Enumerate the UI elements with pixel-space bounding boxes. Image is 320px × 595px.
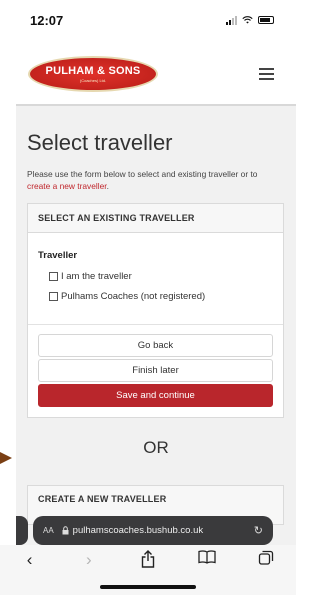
arrow-pointer-icon — [0, 452, 12, 464]
forward-icon[interactable]: › — [74, 550, 104, 570]
tabs-icon[interactable] — [251, 550, 281, 565]
previous-tab-edge[interactable] — [16, 516, 28, 545]
card-divider — [28, 324, 283, 325]
reload-icon[interactable]: ↻ — [254, 524, 263, 537]
wifi-icon — [242, 16, 253, 24]
status-time: 12:07 — [30, 12, 64, 28]
page-title: Select traveller — [27, 130, 173, 155]
status-bar: 12:07 — [0, 0, 296, 40]
traveller-field-label: Traveller — [38, 250, 78, 261]
pulham-logo[interactable]: PULHAM & SONS (Coaches) Ltd. — [28, 56, 158, 92]
select-existing-traveller-card: SELECT AN EXISTING TRAVELLER Traveller I… — [27, 203, 284, 418]
save-and-continue-button[interactable]: Save and continue — [38, 384, 273, 407]
share-icon[interactable] — [133, 550, 163, 568]
option-i-am-traveller[interactable]: I am the traveller — [49, 271, 132, 282]
option-label: Pulhams Coaches (not registered) — [61, 291, 206, 302]
back-icon[interactable]: ‹ — [15, 550, 45, 570]
home-indicator — [100, 585, 196, 589]
logo-text: PULHAM & SONS — [45, 65, 141, 77]
option-label: I am the traveller — [61, 271, 132, 282]
hamburger-menu-icon[interactable] — [259, 68, 274, 80]
card-header: SELECT AN EXISTING TRAVELLER — [28, 204, 283, 233]
bookmarks-icon[interactable] — [192, 550, 222, 564]
go-back-button[interactable]: Go back — [38, 334, 273, 357]
site-header: PULHAM & SONS (Coaches) Ltd. — [0, 46, 296, 102]
checkbox-pulhams-coaches[interactable] — [49, 292, 58, 301]
reader-aa-button[interactable]: AA — [43, 526, 54, 535]
card-header: CREATE A NEW TRAVELLER — [38, 494, 167, 504]
intro-text-start: Please use the form below to select and … — [27, 169, 258, 179]
battery-icon — [258, 16, 274, 24]
intro-text-end: . — [106, 181, 109, 191]
option-pulhams-coaches[interactable]: Pulhams Coaches (not registered) — [49, 291, 205, 302]
address-bar[interactable]: AA pulhamscoaches.bushub.co.uk ↻ — [33, 516, 273, 545]
or-separator: OR — [143, 438, 169, 457]
intro-text: Please use the form below to select and … — [27, 168, 282, 192]
lock-icon — [62, 526, 69, 535]
status-icons — [226, 15, 274, 25]
checkbox-i-am-traveller[interactable] — [49, 272, 58, 281]
create-new-traveller-link[interactable]: create a new traveller — [27, 181, 107, 191]
logo-subtext: (Coaches) Ltd. — [79, 78, 107, 83]
url-text: pulhamscoaches.bushub.co.uk — [72, 525, 204, 536]
cellular-signal-icon — [226, 15, 237, 25]
finish-later-button[interactable]: Finish later — [38, 359, 273, 382]
